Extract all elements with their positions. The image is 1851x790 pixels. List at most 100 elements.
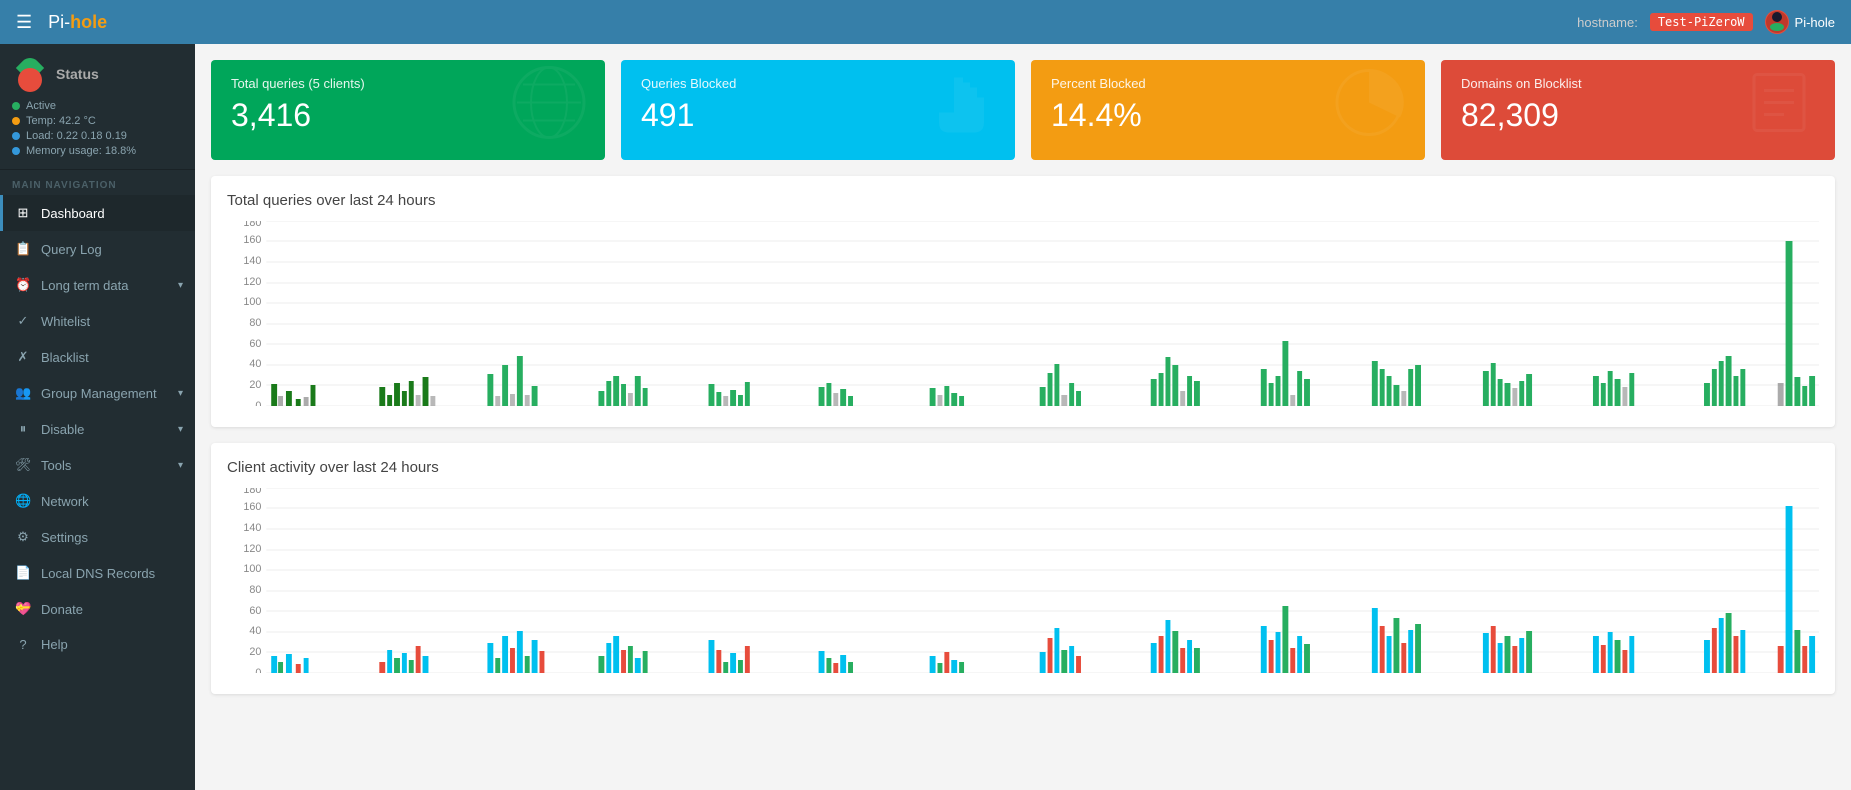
- svg-text:40: 40: [249, 625, 261, 637]
- sidebar-item-localdns[interactable]: 📄 Local DNS Records: [0, 555, 195, 591]
- svg-text:120: 120: [243, 543, 261, 555]
- stats-row: Total queries (5 clients) 3,416 Queries …: [211, 60, 1835, 160]
- topbar-right: hostname: Test-PiZeroW Pi-hole: [1577, 10, 1835, 34]
- chart-section-queries: Total queries over last 24 hours 0 20 40…: [211, 176, 1835, 427]
- sidebar-item-disable[interactable]: ⏸ Disable ▾: [0, 411, 195, 447]
- brand-logo: Pi-hole: [48, 12, 107, 33]
- blacklist-icon: ✗: [15, 349, 31, 365]
- sidebar-item-longterm[interactable]: ⏰ Long term data ▾: [0, 267, 195, 303]
- sidebar-label-querylog: Query Log: [41, 242, 102, 257]
- svg-text:80: 80: [249, 317, 261, 329]
- sidebar-label-longterm: Long term data: [41, 278, 128, 293]
- chevron-down-icon-4: ▾: [178, 460, 183, 471]
- svg-text:180: 180: [243, 488, 261, 496]
- globe-icon: [509, 63, 589, 158]
- sidebar-label-network: Network: [41, 494, 89, 509]
- stat-card-blocklist: Domains on Blocklist 82,309: [1441, 60, 1835, 160]
- sidebar-label-tools: Tools: [41, 458, 71, 473]
- svg-text:140: 140: [243, 522, 261, 534]
- chevron-down-icon: ▾: [178, 280, 183, 291]
- groupmgmt-icon: 👥: [15, 385, 31, 401]
- sidebar-label-blacklist: Blacklist: [41, 350, 89, 365]
- svg-text:60: 60: [249, 605, 261, 617]
- hostname-label: hostname:: [1577, 15, 1638, 30]
- disable-icon: ⏸: [15, 421, 31, 437]
- sidebar-status: Status Active Temp: 42.2 °C Load: 0.22 0…: [0, 44, 195, 170]
- pihole-avatar: [1765, 10, 1789, 34]
- sidebar-label-whitelist: Whitelist: [41, 314, 90, 329]
- chevron-down-icon-2: ▾: [178, 388, 183, 399]
- hand-icon: [919, 63, 999, 158]
- stat-card-blocked: Queries Blocked 491: [621, 60, 1015, 160]
- svg-text:180: 180: [243, 221, 261, 229]
- clients-chart: 0 20 40 60 80 100 120 140 160 180: [227, 488, 1819, 673]
- sidebar-label-localdns: Local DNS Records: [41, 566, 155, 581]
- svg-text:120: 120: [243, 276, 261, 288]
- status-memory: Memory usage: 18.8%: [12, 145, 183, 157]
- hamburger-icon[interactable]: ☰: [16, 12, 32, 33]
- svg-text:0: 0: [255, 667, 261, 673]
- stat-card-percent: Percent Blocked 14.4%: [1031, 60, 1425, 160]
- sidebar-item-dashboard[interactable]: ⊞ Dashboard: [0, 195, 195, 231]
- sidebar-label-settings: Settings: [41, 530, 88, 545]
- svg-text:160: 160: [243, 501, 261, 513]
- longterm-icon: ⏰: [15, 277, 31, 293]
- sidebar-item-settings[interactable]: ⚙ Settings: [0, 519, 195, 555]
- sidebar-item-network[interactable]: 🌐 Network: [0, 483, 195, 519]
- svg-text:160: 160: [243, 234, 261, 246]
- localdns-icon: 📄: [15, 565, 31, 581]
- svg-text:100: 100: [243, 563, 261, 575]
- queries-chart: 0 20 40 60 80 100 120 140 160 180: [227, 221, 1819, 406]
- chart-section-clients: Client activity over last 24 hours 0 20 …: [211, 443, 1835, 694]
- status-title: Status: [56, 66, 99, 82]
- dashboard-icon: ⊞: [15, 205, 31, 221]
- load-dot: [12, 132, 20, 140]
- sidebar: Status Active Temp: 42.2 °C Load: 0.22 0…: [0, 44, 195, 790]
- svg-text:40: 40: [249, 358, 261, 370]
- sidebar-item-whitelist[interactable]: ✓ Whitelist: [0, 303, 195, 339]
- sidebar-item-groupmgmt[interactable]: 👥 Group Management ▾: [0, 375, 195, 411]
- status-details: Active Temp: 42.2 °C Load: 0.22 0.18 0.1…: [12, 100, 183, 157]
- active-dot: [12, 102, 20, 110]
- svg-text:100: 100: [243, 296, 261, 308]
- sidebar-label-help: Help: [41, 637, 68, 652]
- hostname-badge: Test-PiZeroW: [1650, 13, 1753, 31]
- sidebar-item-donate[interactable]: 💝 Donate: [0, 591, 195, 627]
- topbar: ☰ Pi-hole hostname: Test-PiZeroW Pi-hole: [0, 0, 1851, 44]
- sidebar-item-help[interactable]: ? Help: [0, 627, 195, 662]
- sidebar-label-donate: Donate: [41, 602, 83, 617]
- list-icon: [1739, 63, 1819, 158]
- memory-dot: [12, 147, 20, 155]
- tools-icon: 🛠: [15, 457, 31, 473]
- sidebar-label-groupmgmt: Group Management: [41, 386, 157, 401]
- querylog-icon: 📋: [15, 241, 31, 257]
- stat-card-total-queries: Total queries (5 clients) 3,416: [211, 60, 605, 160]
- svg-text:80: 80: [249, 584, 261, 596]
- pie-icon: [1329, 63, 1409, 158]
- whitelist-icon: ✓: [15, 313, 31, 329]
- status-header: Status: [12, 56, 183, 92]
- donate-icon: 💝: [15, 601, 31, 617]
- svg-text:20: 20: [249, 379, 261, 391]
- sidebar-item-tools[interactable]: 🛠 Tools ▾: [0, 447, 195, 483]
- layout: Status Active Temp: 42.2 °C Load: 0.22 0…: [0, 44, 1851, 790]
- logo-circle: [18, 68, 42, 92]
- sidebar-item-querylog[interactable]: 📋 Query Log: [0, 231, 195, 267]
- nav-label: MAIN NAVIGATION: [0, 170, 195, 195]
- main-content: Total queries (5 clients) 3,416 Queries …: [195, 44, 1851, 790]
- chart-title-clients: Client activity over last 24 hours: [227, 459, 1819, 476]
- settings-icon: ⚙: [15, 529, 31, 545]
- temp-dot: [12, 117, 20, 125]
- svg-text:20: 20: [249, 646, 261, 658]
- help-icon: ?: [15, 637, 31, 652]
- sidebar-item-blacklist[interactable]: ✗ Blacklist: [0, 339, 195, 375]
- chart-title-queries: Total queries over last 24 hours: [227, 192, 1819, 209]
- status-load: Load: 0.22 0.18 0.19: [12, 130, 183, 142]
- svg-text:0: 0: [255, 400, 261, 406]
- svg-text:60: 60: [249, 338, 261, 350]
- topbar-left: ☰ Pi-hole: [16, 12, 107, 33]
- sidebar-label-dashboard: Dashboard: [41, 206, 105, 221]
- status-active: Active: [12, 100, 183, 112]
- pihole-logo: [12, 56, 48, 92]
- pihole-user-badge: Pi-hole: [1765, 10, 1835, 34]
